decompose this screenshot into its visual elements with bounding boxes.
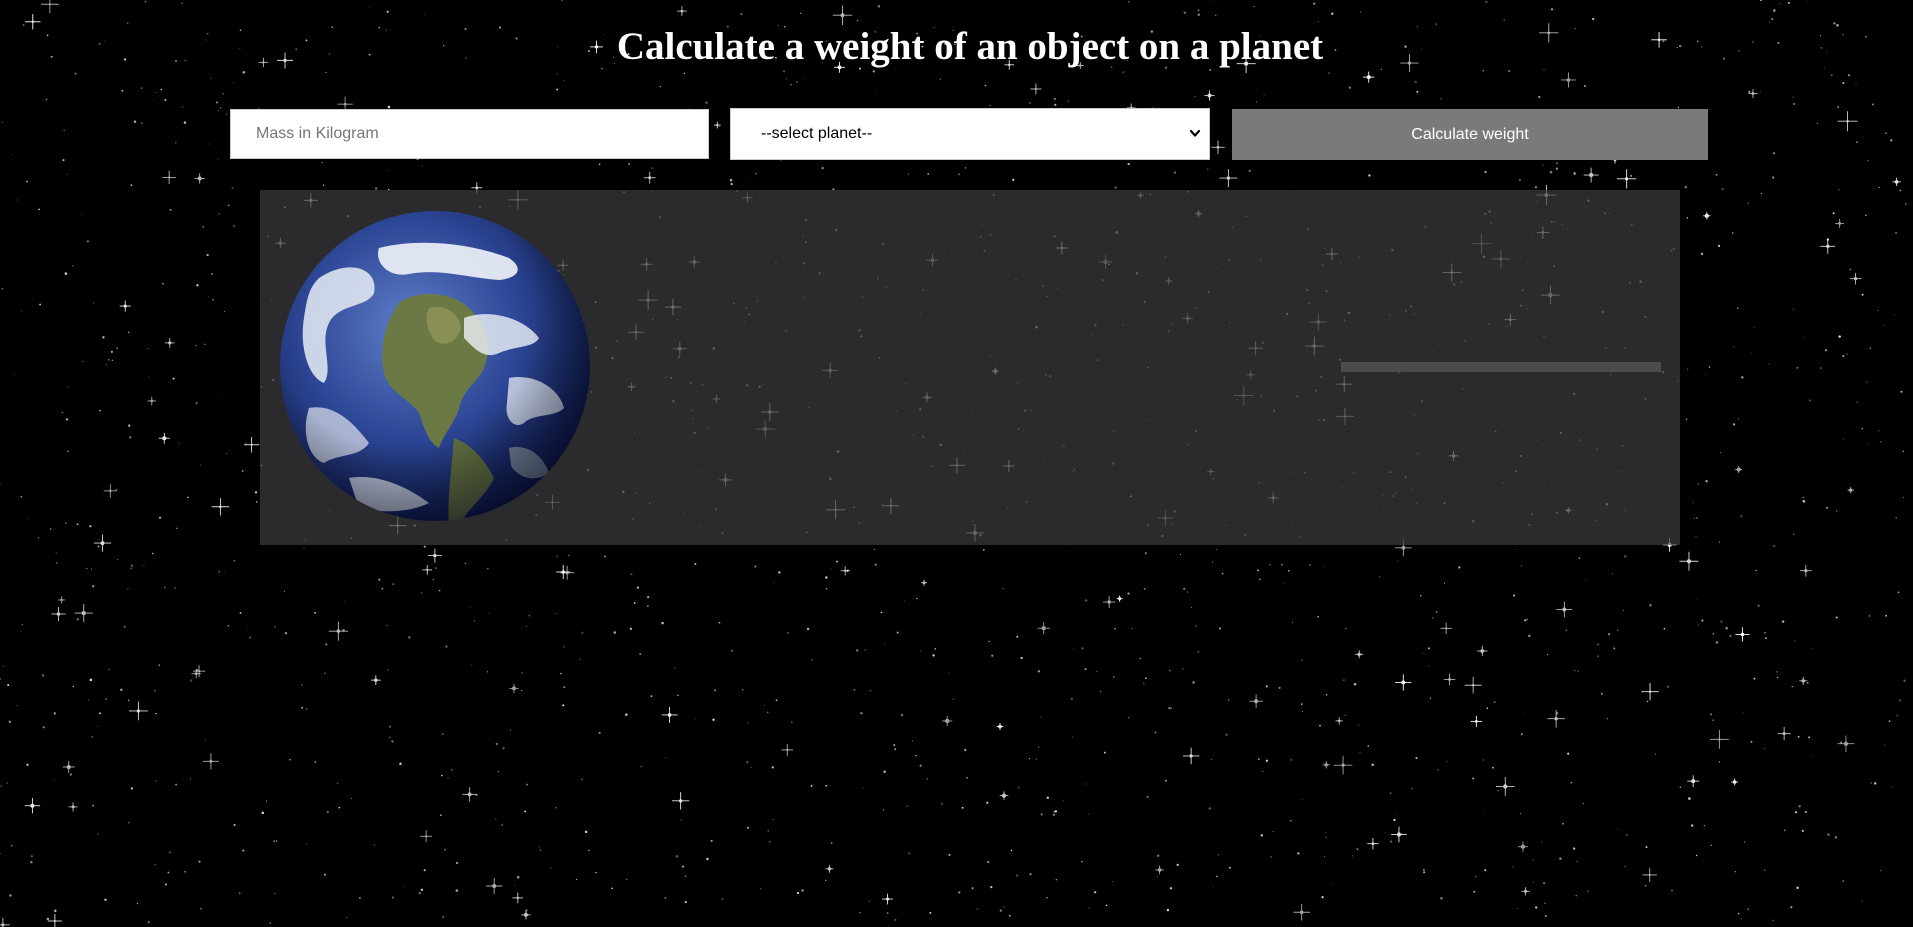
planet-select-value: --select planet-- — [761, 125, 873, 142]
weight-result-text — [1341, 362, 1661, 372]
chevron-down-icon — [1189, 129, 1201, 137]
earth-planet-image — [280, 211, 590, 521]
result-panel — [260, 190, 1680, 545]
planet-select[interactable]: --select planet-- — [730, 108, 1210, 160]
page: Calculate a weight of an object on a pla… — [0, 0, 1913, 927]
calculate-weight-button[interactable]: Calculate weight — [1232, 109, 1708, 160]
page-title: Calculate a weight of an object on a pla… — [616, 25, 1324, 68]
mass-input[interactable] — [230, 109, 709, 159]
